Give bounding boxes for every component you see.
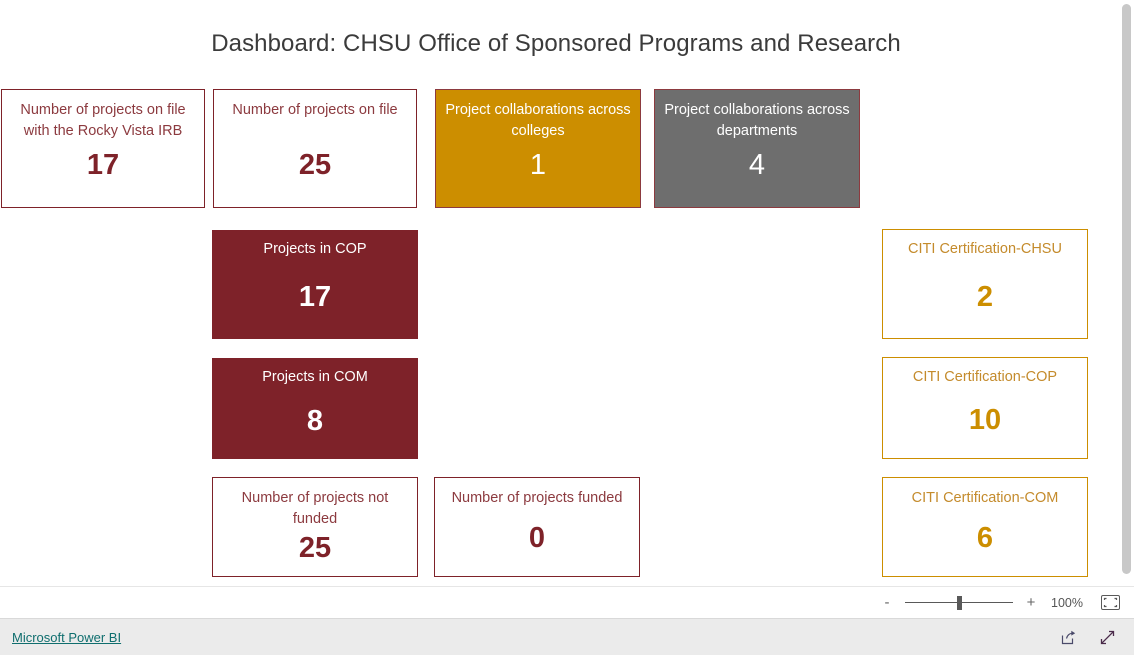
- kpi-card-value: 0: [528, 522, 546, 554]
- page-title: Dashboard: CHSU Office of Sponsored Prog…: [211, 30, 901, 57]
- kpi-card-projects-not-funded[interactable]: Number of projects not funded 25: [212, 477, 418, 577]
- zoom-level-label: 100%: [1051, 595, 1083, 610]
- kpi-card-value: 25: [298, 149, 332, 181]
- footer-bar: Microsoft Power BI: [0, 618, 1134, 655]
- zoom-slider[interactable]: [905, 595, 1013, 611]
- kpi-card-value: 1: [529, 149, 547, 181]
- kpi-card-citi-certification-chsu[interactable]: CITI Certification-CHSU 2: [882, 229, 1088, 339]
- kpi-card-projects-on-file[interactable]: Number of projects on file 25: [213, 89, 417, 208]
- zoom-out-button[interactable]: -: [881, 595, 893, 610]
- kpi-card-label: Project collaborations across department…: [664, 102, 850, 139]
- vertical-scrollbar[interactable]: [1119, 0, 1134, 586]
- kpi-card-label: CITI Certification-COM: [911, 490, 1059, 506]
- power-bi-report-viewer: Dashboard: CHSU Office of Sponsored Prog…: [0, 0, 1134, 655]
- kpi-card-value: 8: [306, 405, 324, 437]
- kpi-card-label: Number of projects funded: [451, 490, 623, 506]
- kpi-card-value: 10: [968, 404, 1002, 436]
- kpi-card-value: 25: [298, 532, 332, 564]
- zoom-toolbar: - + 100%: [0, 586, 1134, 618]
- microsoft-power-bi-link[interactable]: Microsoft Power BI: [12, 630, 121, 645]
- kpi-card-value: 17: [298, 281, 332, 313]
- kpi-card-projects-rocky-vista-irb[interactable]: Number of projects on file with the Rock…: [1, 89, 205, 208]
- kpi-card-value: 4: [748, 149, 766, 181]
- kpi-card-label: CITI Certification-CHSU: [908, 241, 1062, 257]
- kpi-card-projects-in-cop[interactable]: Projects in COP 17: [212, 230, 418, 339]
- kpi-card-label: Projects in COP: [263, 241, 367, 257]
- zoom-slider-handle[interactable]: [957, 595, 962, 610]
- share-icon[interactable]: [1060, 629, 1077, 646]
- kpi-card-collaborations-departments[interactable]: Project collaborations across department…: [654, 89, 860, 208]
- kpi-card-collaborations-colleges[interactable]: Project collaborations across colleges 1: [435, 89, 641, 208]
- kpi-card-label: Number of projects on file with the Rock…: [20, 102, 186, 139]
- kpi-card-value: 6: [976, 522, 994, 554]
- report-canvas: Dashboard: CHSU Office of Sponsored Prog…: [0, 0, 1134, 586]
- kpi-card-citi-certification-cop[interactable]: CITI Certification-COP 10: [882, 357, 1088, 459]
- fullscreen-icon[interactable]: [1099, 629, 1116, 646]
- kpi-card-projects-in-com[interactable]: Projects in COM 8: [212, 358, 418, 459]
- kpi-card-citi-certification-com[interactable]: CITI Certification-COM 6: [882, 477, 1088, 577]
- kpi-card-label: Project collaborations across colleges: [445, 102, 631, 139]
- kpi-card-label: Projects in COM: [262, 369, 368, 385]
- fit-to-page-icon[interactable]: [1101, 595, 1120, 610]
- kpi-card-label: CITI Certification-COP: [912, 369, 1058, 385]
- zoom-in-button[interactable]: +: [1025, 595, 1037, 610]
- kpi-card-label: Number of projects not funded: [241, 490, 389, 527]
- vertical-scrollbar-thumb[interactable]: [1122, 4, 1131, 574]
- footer-actions: [1060, 629, 1116, 646]
- kpi-card-value: 17: [86, 149, 120, 181]
- kpi-card-value: 2: [976, 281, 994, 313]
- kpi-card-projects-funded[interactable]: Number of projects funded 0: [434, 477, 640, 577]
- kpi-card-label: Number of projects on file: [232, 102, 398, 118]
